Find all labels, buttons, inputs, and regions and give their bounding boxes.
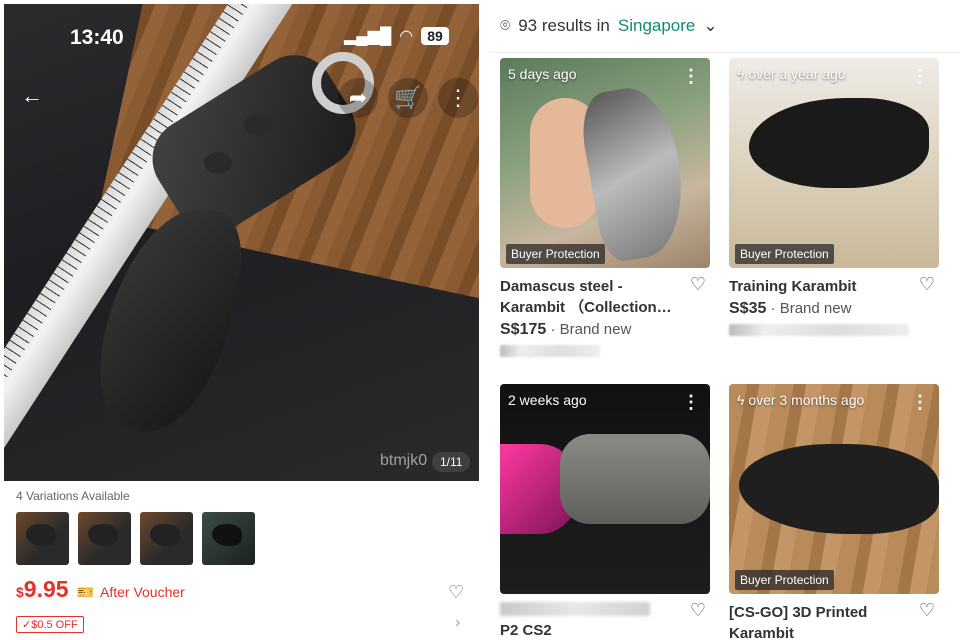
location-name[interactable]: Singapore [618, 16, 696, 36]
bolt-icon: ϟ [737, 66, 749, 82]
listing-time: ϟ over 3 months ago [737, 392, 865, 408]
handle-hole [204, 152, 232, 174]
back-arrow-icon: ← [21, 83, 43, 108]
heart-icon[interactable]: ♡ [690, 274, 706, 295]
currency-symbol: $ [16, 584, 24, 600]
listing-time: ϟ over a year ago [737, 66, 846, 82]
seller-name-blurred[interactable] [729, 324, 909, 336]
variation-thumbnail[interactable] [202, 512, 255, 565]
listing-image[interactable]: ϟ over a year ago ⋮ Buyer Protection [729, 58, 939, 268]
panel-divider [482, 0, 490, 640]
status-bar-icons: ▂▄▆█ ◠ 89 [344, 26, 449, 46]
seller-name-blurred[interactable] [500, 345, 600, 357]
variation-thumbnails [16, 512, 255, 565]
buyer-protection-badge: Buyer Protection [506, 244, 605, 264]
product-price: 9.95 [23, 576, 69, 602]
listing-image[interactable]: 2 weeks ago ⋮ [500, 384, 710, 594]
listing-card[interactable]: ϟ over 3 months ago ⋮ Buyer Protection ♡… [729, 384, 939, 640]
results-location-bar[interactable]: ⌾ 93 results in Singapore ⌄ [500, 16, 718, 36]
listing-time: 5 days ago [508, 66, 577, 82]
share-button[interactable]: ➦ [338, 78, 378, 118]
listing-title[interactable]: P2 CS2 [500, 620, 680, 640]
product-detail-panel: 13:40 ▂▄▆█ ◠ 89 ← ➦ 🛒 ⋮ btmjk0 1/11 4 Va… [0, 0, 482, 640]
heart-icon[interactable]: ♡ [690, 600, 706, 621]
variations-label: 4 Variations Available [16, 489, 130, 503]
listing-price: S$35 [729, 300, 767, 317]
more-vertical-icon: ⋮ [447, 85, 469, 110]
listing-condition: · Brand new [770, 300, 852, 317]
status-time: 13:40 [70, 26, 124, 49]
voucher-off-badge[interactable]: ✓$0.5 OFF [16, 616, 84, 633]
location-pin-icon: ⌾ [500, 16, 511, 35]
heart-icon[interactable]: ♡ [919, 274, 935, 295]
listing-condition: · Brand new [550, 321, 632, 338]
price-row: $ 9.95 🎫 After Voucher [16, 576, 185, 603]
listing-card[interactable]: 5 days ago ⋮ Buyer Protection ♡ Damascus… [500, 58, 710, 357]
back-button[interactable]: ← [12, 76, 52, 116]
listing-title[interactable]: Damascus steel - Karambit （Collection… [500, 276, 680, 318]
search-results-panel: ⌾ 93 results in Singapore ⌄ 5 days ago ⋮… [490, 0, 960, 640]
listing-title[interactable]: [CS-GO] 3D Printed Karambit [729, 602, 909, 640]
signal-icon: ▂▄▆█ [344, 28, 392, 45]
bolt-icon: ϟ [737, 392, 749, 408]
listing-image[interactable]: 5 days ago ⋮ Buyer Protection [500, 58, 710, 268]
more-vertical-icon[interactable]: ⋮ [911, 392, 929, 413]
listing-card[interactable]: 2 weeks ago ⋮ ♡ P2 CS2 [500, 384, 710, 640]
buyer-protection-badge: Buyer Protection [735, 244, 834, 264]
heart-icon[interactable]: ♡ [919, 600, 935, 621]
wifi-icon: ◠ [399, 28, 414, 45]
after-voucher-label: After Voucher [100, 584, 185, 600]
results-count: 93 results in [518, 16, 610, 35]
variation-thumbnail[interactable] [140, 512, 193, 565]
divider [490, 52, 960, 53]
cart-button[interactable]: 🛒 [388, 78, 428, 118]
more-vertical-icon[interactable]: ⋮ [682, 66, 700, 87]
more-vertical-icon[interactable]: ⋮ [911, 66, 929, 87]
voucher-icon: 🎫 [76, 584, 94, 600]
handle-hole [244, 114, 272, 136]
image-counter: 1/11 [432, 452, 471, 472]
product-image[interactable]: 13:40 ▂▄▆█ ◠ 89 ← ➦ 🛒 ⋮ btmjk0 1/11 [4, 4, 479, 481]
cart-icon: 🛒 [394, 85, 422, 110]
listing-title[interactable]: Training Karambit [729, 276, 909, 297]
more-vertical-icon[interactable]: ⋮ [682, 392, 700, 413]
listing-card[interactable]: ϟ over a year ago ⋮ Buyer Protection ♡ T… [729, 58, 939, 336]
heart-icon[interactable]: ♡ [448, 582, 464, 603]
listing-price: S$175 [500, 321, 547, 338]
chevron-right-icon[interactable]: › [455, 614, 460, 632]
battery-indicator: 89 [421, 27, 449, 45]
image-watermark: btmjk0 [380, 452, 428, 469]
listing-title-blurred[interactable] [500, 602, 650, 616]
listing-image[interactable]: ϟ over 3 months ago ⋮ Buyer Protection [729, 384, 939, 594]
share-icon: ➦ [348, 85, 368, 110]
listing-price-line: S$175 · Brand new [500, 321, 710, 339]
variation-thumbnail[interactable] [78, 512, 131, 565]
listing-price-line: S$35 · Brand new [729, 300, 939, 318]
buyer-protection-badge: Buyer Protection [735, 570, 834, 590]
listing-time: 2 weeks ago [508, 392, 587, 408]
variation-thumbnail[interactable] [16, 512, 69, 565]
more-button[interactable]: ⋮ [438, 78, 478, 118]
chevron-down-icon[interactable]: ⌄ [703, 16, 717, 36]
